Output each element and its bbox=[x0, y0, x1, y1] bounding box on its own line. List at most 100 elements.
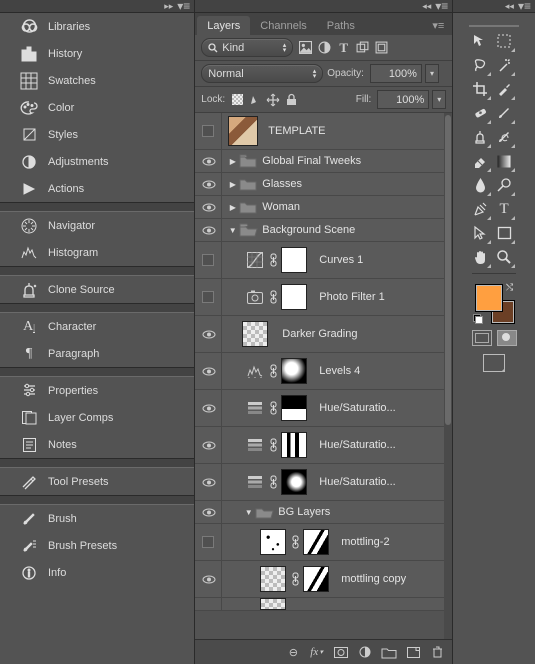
layer-mottling-2[interactable]: mottling-2 bbox=[195, 524, 444, 561]
layer-thumbnail[interactable] bbox=[260, 529, 286, 555]
tab-menu-icon[interactable]: ▾≡ bbox=[426, 16, 450, 35]
layer-group-global[interactable]: ▶ Global Final Tweeks bbox=[195, 150, 444, 173]
sidebar-item-layer-comps[interactable]: Layer Comps bbox=[0, 404, 194, 431]
mask-thumbnail[interactable] bbox=[303, 566, 329, 592]
foreground-color[interactable] bbox=[475, 284, 503, 312]
sidebar-item-properties[interactable]: Properties bbox=[0, 377, 194, 404]
filter-pixel-icon[interactable] bbox=[299, 41, 312, 54]
link-icon[interactable] bbox=[268, 288, 278, 306]
healing-brush-tool[interactable] bbox=[468, 101, 492, 125]
visibility-checkbox[interactable] bbox=[202, 291, 214, 303]
eye-icon[interactable] bbox=[202, 508, 214, 516]
layer-group-bglayers[interactable]: ▼ BG Layers bbox=[195, 501, 444, 524]
twirl-open-icon[interactable]: ▼ bbox=[244, 508, 253, 517]
sidebar-item-brush-presets[interactable]: Brush Presets bbox=[0, 532, 194, 559]
filter-type-icon[interactable]: T bbox=[337, 41, 350, 54]
new-adjustment-icon[interactable] bbox=[358, 645, 372, 659]
screen-mode-icon[interactable] bbox=[483, 354, 505, 372]
tab-channels[interactable]: Channels bbox=[250, 16, 316, 35]
layer-partial[interactable] bbox=[195, 598, 444, 611]
layer-hue-sat-3[interactable]: Hue/Saturatio... bbox=[195, 464, 444, 501]
scrollbar-thumb[interactable] bbox=[445, 115, 451, 425]
twirl-icon[interactable]: ▶ bbox=[228, 157, 237, 166]
layer-tree[interactable]: TEMPLATE ▶ Global Final Tweeks ▶ Glasses… bbox=[195, 113, 444, 639]
link-icon[interactable] bbox=[268, 473, 278, 491]
visibility-checkbox[interactable] bbox=[202, 125, 214, 137]
fill-flyout[interactable]: ▾ bbox=[432, 90, 446, 109]
quick-mask-icon[interactable] bbox=[497, 330, 517, 346]
layer-filter-kind[interactable]: Kind ▴▾ bbox=[201, 38, 293, 57]
layer-thumbnail[interactable] bbox=[228, 116, 258, 146]
type-tool[interactable]: T bbox=[492, 197, 516, 221]
history-brush-tool[interactable] bbox=[492, 125, 516, 149]
scrollbar[interactable] bbox=[444, 113, 452, 639]
sidebar-item-libraries[interactable]: Libraries bbox=[0, 13, 194, 40]
sidebar-item-color[interactable]: Color bbox=[0, 94, 194, 121]
layer-group-bgscene[interactable]: ▼ Background Scene bbox=[195, 219, 444, 242]
layer-group-glasses[interactable]: ▶ Glasses bbox=[195, 173, 444, 196]
sidebar-item-paragraph[interactable]: ¶Paragraph bbox=[0, 340, 194, 367]
layer-mottling-copy[interactable]: mottling copy bbox=[195, 561, 444, 598]
eyedropper-tool[interactable] bbox=[492, 77, 516, 101]
link-icon[interactable] bbox=[268, 399, 278, 417]
layer-darker-grading[interactable]: Darker Grading bbox=[195, 316, 444, 353]
link-icon[interactable] bbox=[268, 251, 278, 269]
filter-smartobject-icon[interactable] bbox=[375, 41, 388, 54]
fx-icon[interactable]: fx▾ bbox=[310, 645, 324, 659]
eye-icon[interactable] bbox=[202, 157, 214, 165]
twirl-icon[interactable]: ▶ bbox=[228, 203, 237, 212]
link-icon[interactable] bbox=[268, 362, 278, 380]
filter-adjustment-icon[interactable] bbox=[318, 41, 331, 54]
layer-levels4[interactable]: Levels 4 bbox=[195, 353, 444, 390]
lock-all-icon[interactable] bbox=[285, 94, 297, 106]
lock-position-icon[interactable] bbox=[267, 94, 279, 106]
panel-collapse-bar[interactable]: ◂◂ ▾≡ bbox=[453, 0, 535, 13]
link-icon[interactable] bbox=[290, 533, 300, 551]
default-colors-icon[interactable] bbox=[473, 314, 483, 324]
mask-thumbnail[interactable] bbox=[281, 284, 307, 310]
lasso-tool[interactable] bbox=[468, 53, 492, 77]
opacity-field[interactable]: 100% bbox=[370, 64, 422, 83]
eye-icon[interactable] bbox=[202, 478, 214, 486]
lock-transparent-icon[interactable] bbox=[231, 94, 243, 106]
swap-colors-icon[interactable]: ⤭ bbox=[506, 282, 513, 293]
mask-thumbnail[interactable] bbox=[303, 529, 329, 555]
eye-icon[interactable] bbox=[202, 226, 214, 234]
sidebar-item-history[interactable]: History bbox=[0, 40, 194, 67]
blur-tool[interactable] bbox=[468, 173, 492, 197]
marquee-tool[interactable] bbox=[492, 29, 516, 53]
sidebar-item-styles[interactable]: Styles bbox=[0, 121, 194, 148]
path-selection-tool[interactable] bbox=[468, 221, 492, 245]
layer-hue-sat-1[interactable]: Hue/Saturatio... bbox=[195, 390, 444, 427]
move-tool[interactable] bbox=[468, 29, 492, 53]
mask-thumbnail[interactable] bbox=[281, 432, 307, 458]
mask-thumbnail[interactable] bbox=[281, 469, 307, 495]
eye-icon[interactable] bbox=[202, 203, 214, 211]
sidebar-item-adjustments[interactable]: Adjustments bbox=[0, 148, 194, 175]
hand-tool[interactable] bbox=[468, 245, 492, 269]
add-mask-icon[interactable] bbox=[334, 645, 348, 659]
dodge-tool[interactable] bbox=[492, 173, 516, 197]
tab-layers[interactable]: Layers bbox=[197, 16, 250, 35]
layer-template[interactable]: TEMPLATE bbox=[195, 113, 444, 150]
sidebar-item-tool-presets[interactable]: Tool Presets bbox=[0, 468, 194, 495]
visibility-checkbox[interactable] bbox=[202, 254, 214, 266]
eye-icon[interactable] bbox=[202, 575, 214, 583]
mask-thumbnail[interactable] bbox=[281, 358, 307, 384]
layer-curves1[interactable]: Curves 1 bbox=[195, 242, 444, 279]
twirl-icon[interactable]: ▶ bbox=[228, 180, 237, 189]
link-icon[interactable] bbox=[290, 570, 300, 588]
layer-thumbnail[interactable] bbox=[260, 566, 286, 592]
sidebar-item-brush[interactable]: Brush bbox=[0, 505, 194, 532]
magic-wand-tool[interactable] bbox=[492, 53, 516, 77]
delete-layer-icon[interactable] bbox=[430, 645, 444, 659]
fill-field[interactable]: 100% bbox=[377, 90, 429, 109]
sidebar-item-navigator[interactable]: Navigator bbox=[0, 212, 194, 239]
opacity-flyout[interactable]: ▾ bbox=[425, 64, 439, 83]
color-swatches[interactable]: ⤭ bbox=[473, 282, 515, 324]
eye-icon[interactable] bbox=[202, 404, 214, 412]
brush-tool[interactable] bbox=[492, 101, 516, 125]
eye-icon[interactable] bbox=[202, 441, 214, 449]
visibility-checkbox[interactable] bbox=[202, 536, 214, 548]
new-layer-icon[interactable] bbox=[406, 645, 420, 659]
